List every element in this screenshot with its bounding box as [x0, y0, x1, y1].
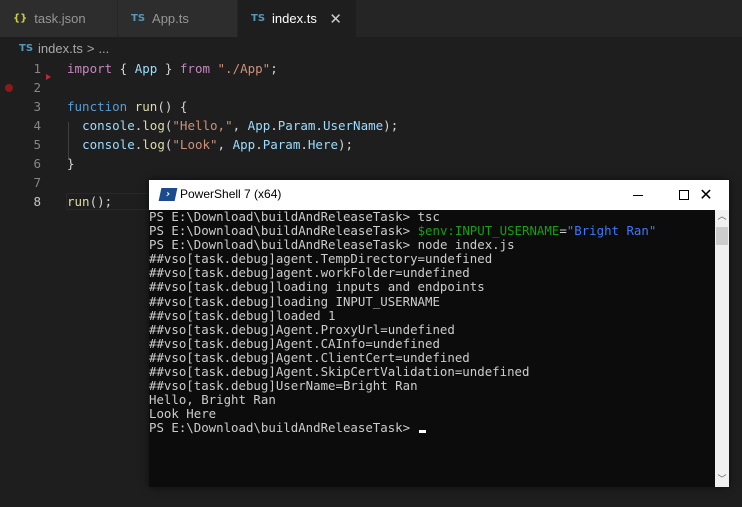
code-line: 1 import { App } from "./App"; [0, 59, 742, 78]
close-icon: ✕ [699, 185, 713, 204]
powershell-window: › PowerShell 7 (x64) ✕ PS E:\Download\bu… [149, 180, 729, 487]
code-text: } [67, 156, 75, 171]
scrollbar-thumb[interactable] [716, 227, 728, 245]
console-output-line: ##vso[task.debug]Agent.CAInfo=undefined [149, 335, 440, 351]
typescript-file-icon: TS [131, 13, 146, 24]
console-line: PS E:\Download\buildAndReleaseTask> tsc [149, 210, 440, 224]
line-number: 4 [33, 118, 41, 133]
tab-label: task.json [34, 11, 86, 26]
code-line: 2 [0, 78, 742, 97]
console-output-line: ##vso[task.debug]loading inputs and endp… [149, 279, 485, 295]
minimize-button[interactable] [615, 180, 661, 210]
console-output-line: ##vso[task.debug]loading INPUT_USERNAME [149, 293, 440, 309]
breadcrumb: TS index.ts > ... [0, 37, 742, 59]
close-window-button[interactable]: ✕ [683, 180, 729, 210]
powershell-titlebar[interactable]: › PowerShell 7 (x64) ✕ [149, 180, 729, 210]
close-tab-icon[interactable]: ✕ [329, 10, 342, 28]
line-number: 8 [33, 194, 41, 209]
line-number: 1 [33, 61, 41, 76]
console-output-line: ##vso[task.debug]agent.workFolder=undefi… [149, 265, 470, 281]
typescript-file-icon: TS [19, 42, 34, 54]
tab-task-json[interactable]: {} task.json [0, 0, 118, 37]
code-line: 3 function run() { [0, 97, 742, 116]
tab-label: index.ts [272, 11, 317, 26]
vertical-scrollbar[interactable]: ︿ ﹀ [715, 210, 729, 487]
scroll-down-icon[interactable]: ﹀ [715, 473, 729, 487]
code-line: 5 console.log("Look", App.Param.Here); [0, 135, 742, 154]
code-text: import { App } from "./App"; [67, 61, 278, 76]
breadcrumb-file[interactable]: index.ts [38, 41, 83, 56]
text-cursor [418, 430, 426, 434]
tab-label: App.ts [152, 11, 189, 26]
breadcrumb-more[interactable]: ... [98, 41, 109, 56]
powershell-console[interactable]: PS E:\Download\buildAndReleaseTask> tsc … [149, 210, 715, 487]
code-text: console.log("Look", App.Param.Here); [82, 137, 354, 152]
console-prompt-line: PS E:\Download\buildAndReleaseTask> [149, 421, 715, 435]
code-text: console.log("Hello,", App.Param.UserName… [82, 118, 399, 133]
console-output-line: ##vso[task.debug]Agent.ClientCert=undefi… [149, 349, 470, 365]
editor-tab-bar: {} task.json TS App.ts TS index.ts ✕ [0, 0, 742, 37]
console-output-line: Hello, Bright Ran [149, 392, 276, 408]
console-line: PS E:\Download\buildAndReleaseTask> $env… [149, 223, 657, 239]
breadcrumb-separator-icon: > [86, 40, 95, 56]
typescript-file-icon: TS [251, 13, 266, 24]
line-number: 2 [33, 80, 41, 95]
console-output-line: Look Here [149, 406, 217, 422]
json-file-icon: {} [13, 13, 28, 24]
console-line: PS E:\Download\buildAndReleaseTask> node… [149, 237, 515, 253]
line-number: 3 [33, 99, 41, 114]
code-line: 6 } [0, 154, 742, 173]
tab-app-ts[interactable]: TS App.ts [118, 0, 238, 37]
console-output-line: ##vso[task.debug]loaded 1 [149, 307, 336, 323]
powershell-icon: › [158, 188, 178, 201]
tab-index-ts[interactable]: TS index.ts ✕ [238, 0, 357, 37]
scroll-up-icon[interactable]: ︿ [715, 210, 729, 224]
line-number: 7 [33, 175, 41, 190]
line-number: 5 [33, 137, 41, 152]
code-line: 4 console.log("Hello,", App.Param.UserNa… [0, 116, 742, 135]
console-output-line: ##vso[task.debug]agent.TempDirectory=und… [149, 251, 493, 267]
console-output-line: ##vso[task.debug]UserName=Bright Ran [149, 378, 418, 394]
console-output-line: ##vso[task.debug]Agent.ProxyUrl=undefine… [149, 321, 455, 337]
minimize-icon [633, 194, 643, 196]
window-title: PowerShell 7 (x64) [180, 187, 282, 201]
code-text: function run() { [67, 99, 188, 114]
console-output-line: ##vso[task.debug]Agent.SkipCertValidatio… [149, 364, 530, 380]
code-text: run(); [67, 194, 113, 209]
line-number: 6 [33, 156, 41, 171]
